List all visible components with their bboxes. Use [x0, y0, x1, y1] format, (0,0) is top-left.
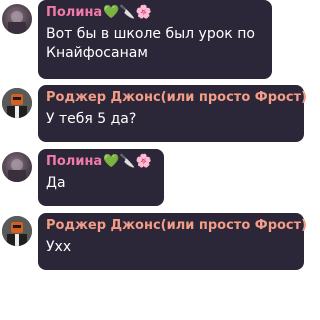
polina-avatar-icon[interactable]: [2, 152, 32, 182]
message-line: Кнайфосанам: [46, 45, 148, 61]
author-label: Полина: [46, 5, 103, 20]
message-text: Вот бы в школе был урок по Кнайфосанам: [46, 25, 264, 63]
message-line: Ухх: [46, 239, 72, 255]
roger-avatar-icon[interactable]: [2, 88, 32, 118]
message-text: У тебя 5 да?: [46, 110, 296, 129]
polina-avatar-icon[interactable]: [2, 4, 32, 34]
message-bubble: Роджер Джонс(или просто Фрост) Ухх: [38, 213, 307, 270]
message-text: Ухх: [46, 238, 296, 257]
author-badges: 💚🔪🌸: [103, 154, 152, 169]
author-name[interactable]: Роджер Джонс(или просто Фрост): [46, 89, 307, 107]
message-text: Да: [46, 174, 156, 193]
author-label: Роджер Джонс(или просто Фрост): [46, 218, 308, 233]
message-line: У тебя 5 да?: [46, 111, 137, 127]
author-label: Полина: [46, 154, 103, 169]
message-bubble: Роджер Джонс(или просто Фрост) У тебя 5 …: [38, 85, 307, 142]
author-name[interactable]: Полина💚🔪🌸: [46, 4, 264, 22]
message-line: Да: [46, 175, 66, 191]
chat-log: Полина💚🔪🌸 Вот бы в школе был урок по Кна…: [0, 0, 307, 320]
author-name[interactable]: Полина💚🔪🌸: [46, 153, 156, 171]
author-name[interactable]: Роджер Джонс(или просто Фрост): [46, 217, 307, 235]
message-bubble: Полина💚🔪🌸 Вот бы в школе был урок по Кна…: [38, 0, 272, 79]
message-line: Вот бы в школе был урок по: [46, 26, 255, 42]
author-label: Роджер Джонс(или просто Фрост): [46, 90, 308, 105]
author-badges: 💚🔪🌸: [103, 5, 152, 20]
roger-avatar-icon[interactable]: [2, 216, 32, 246]
message-bubble: Полина💚🔪🌸 Да: [38, 149, 164, 206]
